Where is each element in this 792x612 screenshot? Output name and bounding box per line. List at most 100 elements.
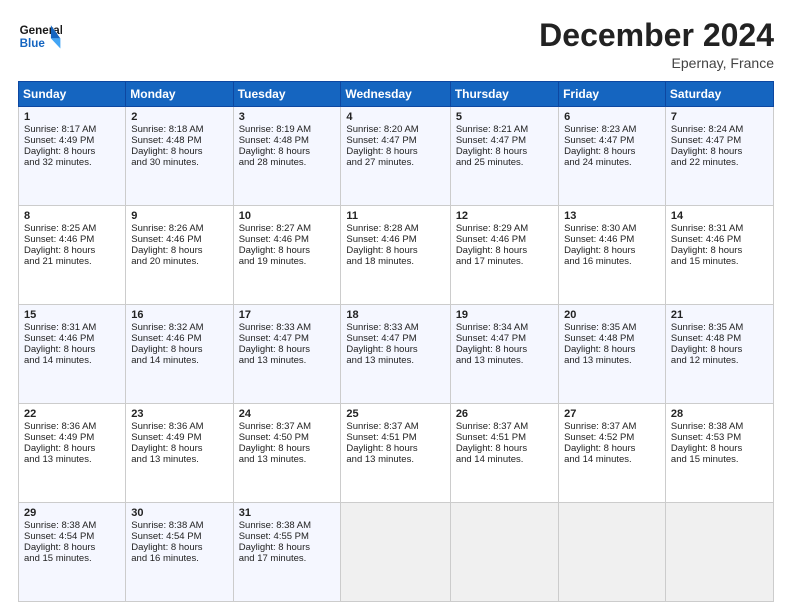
calendar-cell: 12Sunrise: 8:29 AMSunset: 4:46 PMDayligh… bbox=[450, 206, 558, 305]
day-info-line: and 14 minutes. bbox=[564, 454, 660, 465]
calendar-week-row: 15Sunrise: 8:31 AMSunset: 4:46 PMDayligh… bbox=[19, 305, 774, 404]
day-number: 20 bbox=[564, 309, 660, 321]
day-info-line: and 13 minutes. bbox=[24, 454, 120, 465]
day-info-line: and 17 minutes. bbox=[456, 256, 553, 267]
day-number: 15 bbox=[24, 309, 120, 321]
day-info-line: Daylight: 8 hours bbox=[564, 344, 660, 355]
day-info-line: Daylight: 8 hours bbox=[24, 542, 120, 553]
day-number: 26 bbox=[456, 408, 553, 420]
calendar-cell: 4Sunrise: 8:20 AMSunset: 4:47 PMDaylight… bbox=[341, 107, 450, 206]
day-info-line: Sunrise: 8:34 AM bbox=[456, 322, 553, 333]
day-info-line: Sunset: 4:47 PM bbox=[456, 333, 553, 344]
calendar-cell: 26Sunrise: 8:37 AMSunset: 4:51 PMDayligh… bbox=[450, 404, 558, 503]
calendar-cell: 9Sunrise: 8:26 AMSunset: 4:46 PMDaylight… bbox=[126, 206, 233, 305]
day-number: 7 bbox=[671, 111, 768, 123]
day-info-line: Sunrise: 8:20 AM bbox=[346, 124, 444, 135]
calendar-cell: 2Sunrise: 8:18 AMSunset: 4:48 PMDaylight… bbox=[126, 107, 233, 206]
svg-text:Blue: Blue bbox=[20, 37, 46, 50]
day-number: 23 bbox=[131, 408, 227, 420]
calendar-cell: 18Sunrise: 8:33 AMSunset: 4:47 PMDayligh… bbox=[341, 305, 450, 404]
calendar-cell: 3Sunrise: 8:19 AMSunset: 4:48 PMDaylight… bbox=[233, 107, 341, 206]
day-number: 16 bbox=[131, 309, 227, 321]
day-info-line: Sunset: 4:48 PM bbox=[131, 135, 227, 146]
calendar-cell: 10Sunrise: 8:27 AMSunset: 4:46 PMDayligh… bbox=[233, 206, 341, 305]
calendar-week-row: 8Sunrise: 8:25 AMSunset: 4:46 PMDaylight… bbox=[19, 206, 774, 305]
day-info-line: and 13 minutes. bbox=[239, 355, 336, 366]
day-info-line: Sunrise: 8:30 AM bbox=[564, 223, 660, 234]
calendar-cell: 17Sunrise: 8:33 AMSunset: 4:47 PMDayligh… bbox=[233, 305, 341, 404]
day-info-line: Daylight: 8 hours bbox=[24, 245, 120, 256]
calendar-cell bbox=[559, 503, 666, 602]
day-info-line: Sunset: 4:49 PM bbox=[131, 432, 227, 443]
day-info-line: Daylight: 8 hours bbox=[131, 344, 227, 355]
day-info-line: and 27 minutes. bbox=[346, 157, 444, 168]
day-info-line: Sunrise: 8:38 AM bbox=[24, 520, 120, 531]
day-info-line: Daylight: 8 hours bbox=[239, 443, 336, 454]
day-info-line: Sunrise: 8:31 AM bbox=[671, 223, 768, 234]
calendar-cell: 22Sunrise: 8:36 AMSunset: 4:49 PMDayligh… bbox=[19, 404, 126, 503]
day-info-line: Sunrise: 8:21 AM bbox=[456, 124, 553, 135]
day-info-line: and 14 minutes. bbox=[131, 355, 227, 366]
day-info-line: Sunset: 4:46 PM bbox=[131, 333, 227, 344]
title-block: December 2024 Epernay, France bbox=[539, 18, 774, 71]
calendar-cell bbox=[341, 503, 450, 602]
day-number: 18 bbox=[346, 309, 444, 321]
calendar-cell: 19Sunrise: 8:34 AMSunset: 4:47 PMDayligh… bbox=[450, 305, 558, 404]
day-number: 11 bbox=[346, 210, 444, 222]
day-info-line: Daylight: 8 hours bbox=[456, 245, 553, 256]
day-info-line: Sunrise: 8:18 AM bbox=[131, 124, 227, 135]
day-info-line: Sunset: 4:47 PM bbox=[671, 135, 768, 146]
day-number: 3 bbox=[239, 111, 336, 123]
day-info-line: Sunrise: 8:36 AM bbox=[24, 421, 120, 432]
day-info-line: Sunrise: 8:24 AM bbox=[671, 124, 768, 135]
day-info-line: Sunset: 4:48 PM bbox=[671, 333, 768, 344]
day-info-line: Daylight: 8 hours bbox=[131, 443, 227, 454]
day-info-line: Sunrise: 8:19 AM bbox=[239, 124, 336, 135]
day-number: 28 bbox=[671, 408, 768, 420]
day-info-line: Sunrise: 8:29 AM bbox=[456, 223, 553, 234]
month-title: December 2024 bbox=[539, 18, 774, 53]
weekday-header: Sunday bbox=[19, 82, 126, 107]
calendar-week-row: 22Sunrise: 8:36 AMSunset: 4:49 PMDayligh… bbox=[19, 404, 774, 503]
day-info-line: and 24 minutes. bbox=[564, 157, 660, 168]
calendar-table: SundayMondayTuesdayWednesdayThursdayFrid… bbox=[18, 81, 774, 602]
day-info-line: Sunrise: 8:33 AM bbox=[346, 322, 444, 333]
day-info-line: Sunrise: 8:38 AM bbox=[671, 421, 768, 432]
day-number: 29 bbox=[24, 507, 120, 519]
header: General Blue December 2024 Epernay, Fran… bbox=[18, 18, 774, 71]
day-number: 22 bbox=[24, 408, 120, 420]
calendar-cell: 14Sunrise: 8:31 AMSunset: 4:46 PMDayligh… bbox=[665, 206, 773, 305]
day-info-line: Daylight: 8 hours bbox=[346, 146, 444, 157]
day-info-line: Sunset: 4:49 PM bbox=[24, 135, 120, 146]
day-info-line: and 18 minutes. bbox=[346, 256, 444, 267]
day-info-line: Daylight: 8 hours bbox=[671, 344, 768, 355]
day-info-line: and 13 minutes. bbox=[239, 454, 336, 465]
calendar-cell: 11Sunrise: 8:28 AMSunset: 4:46 PMDayligh… bbox=[341, 206, 450, 305]
calendar-cell: 29Sunrise: 8:38 AMSunset: 4:54 PMDayligh… bbox=[19, 503, 126, 602]
day-info-line: Sunset: 4:51 PM bbox=[456, 432, 553, 443]
day-info-line: and 17 minutes. bbox=[239, 553, 336, 564]
day-info-line: Sunset: 4:47 PM bbox=[346, 333, 444, 344]
day-info-line: and 21 minutes. bbox=[24, 256, 120, 267]
day-info-line: and 32 minutes. bbox=[24, 157, 120, 168]
day-info-line: Sunset: 4:46 PM bbox=[564, 234, 660, 245]
day-info-line: Daylight: 8 hours bbox=[24, 146, 120, 157]
day-number: 10 bbox=[239, 210, 336, 222]
day-info-line: Sunset: 4:46 PM bbox=[24, 333, 120, 344]
day-info-line: and 13 minutes. bbox=[456, 355, 553, 366]
day-info-line: and 25 minutes. bbox=[456, 157, 553, 168]
calendar-cell: 7Sunrise: 8:24 AMSunset: 4:47 PMDaylight… bbox=[665, 107, 773, 206]
day-info-line: Sunrise: 8:37 AM bbox=[346, 421, 444, 432]
day-info-line: and 30 minutes. bbox=[131, 157, 227, 168]
day-info-line: Sunrise: 8:37 AM bbox=[564, 421, 660, 432]
day-info-line: and 15 minutes. bbox=[671, 256, 768, 267]
calendar-cell: 24Sunrise: 8:37 AMSunset: 4:50 PMDayligh… bbox=[233, 404, 341, 503]
day-number: 2 bbox=[131, 111, 227, 123]
day-number: 5 bbox=[456, 111, 553, 123]
logo: General Blue bbox=[18, 18, 62, 58]
day-number: 27 bbox=[564, 408, 660, 420]
day-info-line: Sunrise: 8:23 AM bbox=[564, 124, 660, 135]
day-info-line: Daylight: 8 hours bbox=[671, 443, 768, 454]
calendar-cell: 25Sunrise: 8:37 AMSunset: 4:51 PMDayligh… bbox=[341, 404, 450, 503]
day-info-line: Sunrise: 8:25 AM bbox=[24, 223, 120, 234]
